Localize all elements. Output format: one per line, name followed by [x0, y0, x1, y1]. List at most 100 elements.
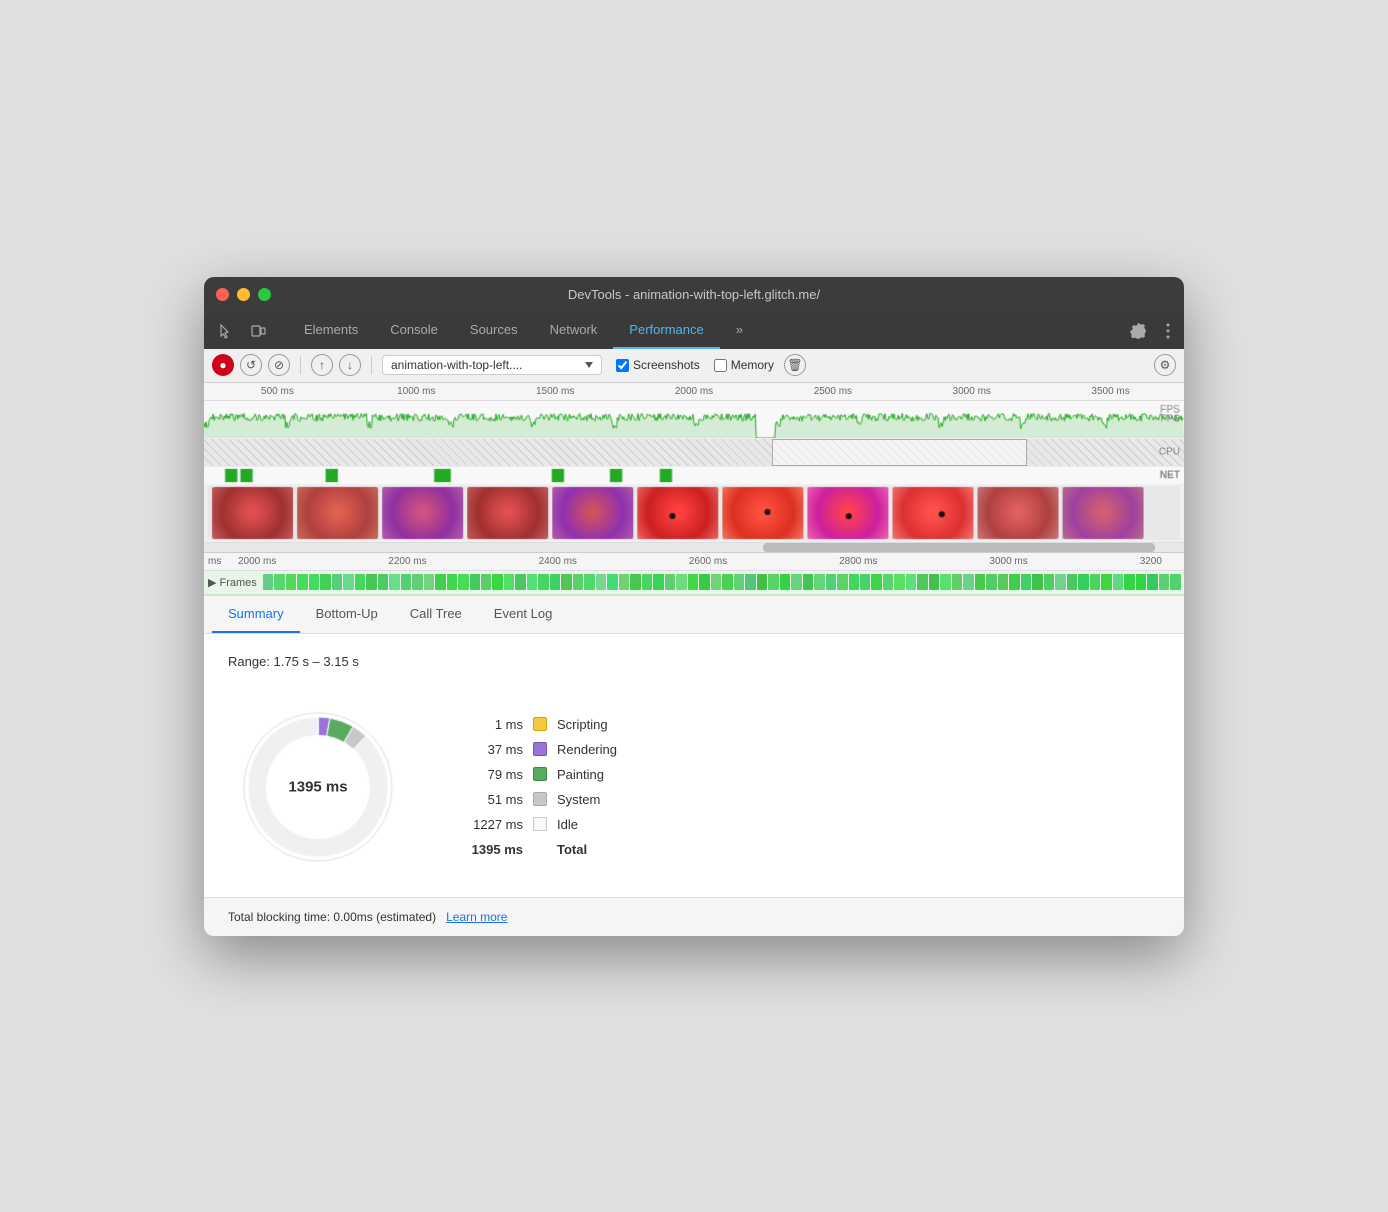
frame-bar	[929, 574, 939, 590]
frame-bar	[504, 574, 514, 590]
screenshots-label[interactable]: Screenshots	[616, 358, 700, 372]
footer-text: Total blocking time: 0.00ms (estimated)	[228, 910, 436, 924]
tick2-2400: 2400 ms	[539, 556, 577, 567]
frame-bar	[906, 574, 916, 590]
performance-toolbar: ● ↺ ⊘ ↑ ↓ animation-with-top-left.... Sc…	[204, 349, 1184, 383]
legend-swatch-scripting	[533, 717, 547, 731]
tab-more[interactable]: »	[720, 313, 759, 349]
legend-item-system: 51 msSystem	[468, 792, 617, 807]
frame-bar	[1159, 574, 1169, 590]
memory-label[interactable]: Memory	[714, 358, 774, 372]
tab-network[interactable]: Network	[534, 313, 614, 349]
frame-bar	[745, 574, 755, 590]
frame-bar	[435, 574, 445, 590]
frame-bar	[940, 574, 950, 590]
memory-checkbox[interactable]	[714, 359, 727, 372]
summary-chart-area: 1395 ms 1 msScripting37 msRendering79 ms…	[228, 697, 1160, 877]
tab-sources[interactable]: Sources	[454, 313, 534, 349]
legend-item-idle: 1227 msIdle	[468, 817, 617, 832]
frame-bar	[1044, 574, 1054, 590]
tab-call-tree[interactable]: Call Tree	[394, 596, 478, 633]
legend-total-row: 1395 msTotal	[468, 842, 617, 857]
frame-bar	[1136, 574, 1146, 590]
timeline-scrollbar[interactable]	[204, 543, 1184, 553]
frame-bar	[320, 574, 330, 590]
time-ruler: 500 ms 1000 ms 1500 ms 2000 ms 2500 ms 3…	[204, 383, 1184, 401]
range-text: Range: 1.75 s – 3.15 s	[228, 654, 1160, 669]
download-button[interactable]: ↓	[339, 354, 361, 376]
frame-bar	[711, 574, 721, 590]
frame-bar	[883, 574, 893, 590]
upload-button[interactable]: ↑	[311, 354, 333, 376]
screenshots-checkbox[interactable]	[616, 359, 629, 372]
tab-console[interactable]: Console	[374, 313, 454, 349]
frame-bar	[998, 574, 1008, 590]
devtools-window: DevTools - animation-with-top-left.glitc…	[204, 277, 1184, 936]
record-button[interactable]: ●	[212, 354, 234, 376]
maximize-button[interactable]	[258, 288, 271, 301]
frame-bar	[791, 574, 801, 590]
device-toggle-icon[interactable]	[244, 319, 272, 343]
frame-bar	[297, 574, 307, 590]
frame-bar	[424, 574, 434, 590]
tab-bottom-up[interactable]: Bottom-Up	[300, 596, 394, 633]
frame-bar	[1009, 574, 1019, 590]
clear-button[interactable]: ⊘	[268, 354, 290, 376]
tick-3000: 3000 ms	[902, 386, 1041, 397]
tick2-3200: 3200	[1140, 556, 1162, 567]
frame-bar	[527, 574, 537, 590]
tick-1000: 1000 ms	[347, 386, 486, 397]
frame-bar	[481, 574, 491, 590]
reload-record-button[interactable]: ↺	[240, 354, 262, 376]
frame-bar	[780, 574, 790, 590]
tab-elements[interactable]: Elements	[288, 313, 374, 349]
net-row: NET	[204, 467, 1184, 485]
close-button[interactable]	[216, 288, 229, 301]
frame-bar	[263, 574, 273, 590]
summary-footer: Total blocking time: 0.00ms (estimated) …	[204, 897, 1184, 936]
learn-more-link[interactable]: Learn more	[446, 910, 507, 924]
frame-bar	[1021, 574, 1031, 590]
legend-value-scripting: 1 ms	[468, 717, 523, 732]
tab-event-log[interactable]: Event Log	[478, 596, 569, 633]
legend-label-idle: Idle	[557, 817, 578, 832]
legend-item-painting: 79 msPainting	[468, 767, 617, 782]
frame-bar	[584, 574, 594, 590]
tick-500: 500 ms	[208, 386, 347, 397]
trash-button[interactable]: 🗑	[784, 354, 806, 376]
tab-performance[interactable]: Performance	[613, 313, 719, 349]
more-options-icon[interactable]	[1160, 319, 1176, 343]
minimize-button[interactable]	[237, 288, 250, 301]
inspect-icon[interactable]	[212, 319, 240, 343]
frame-bar	[1147, 574, 1157, 590]
legend-swatch-system	[533, 792, 547, 806]
gear-button[interactable]: ⚙	[1154, 354, 1176, 376]
url-selector[interactable]: animation-with-top-left....	[382, 355, 602, 375]
tab-summary[interactable]: Summary	[212, 596, 300, 633]
frame-bar	[412, 574, 422, 590]
frame-bar	[355, 574, 365, 590]
net-label: NET	[1160, 470, 1180, 481]
frame-bar	[401, 574, 411, 590]
frame-bar	[826, 574, 836, 590]
frame-bar	[1113, 574, 1123, 590]
frame-bar	[332, 574, 342, 590]
frame-bar	[458, 574, 468, 590]
legend-label-rendering: Rendering	[557, 742, 617, 757]
tick2-3000: 3000 ms	[989, 556, 1027, 567]
frame-bar	[1055, 574, 1065, 590]
frame-bar	[676, 574, 686, 590]
frame-bar	[1170, 574, 1180, 590]
frame-bar	[963, 574, 973, 590]
legend-swatch-idle	[533, 817, 547, 831]
frame-bar	[849, 574, 859, 590]
frame-bar	[734, 574, 744, 590]
frame-bar	[447, 574, 457, 590]
frame-bar	[492, 574, 502, 590]
frame-bar	[515, 574, 525, 590]
frames-label[interactable]: ▶ Frames	[208, 576, 257, 589]
frame-bar	[1101, 574, 1111, 590]
screenshots-checkbox-group: Screenshots	[616, 358, 700, 372]
settings-icon[interactable]	[1124, 319, 1152, 343]
frame-bar	[814, 574, 824, 590]
